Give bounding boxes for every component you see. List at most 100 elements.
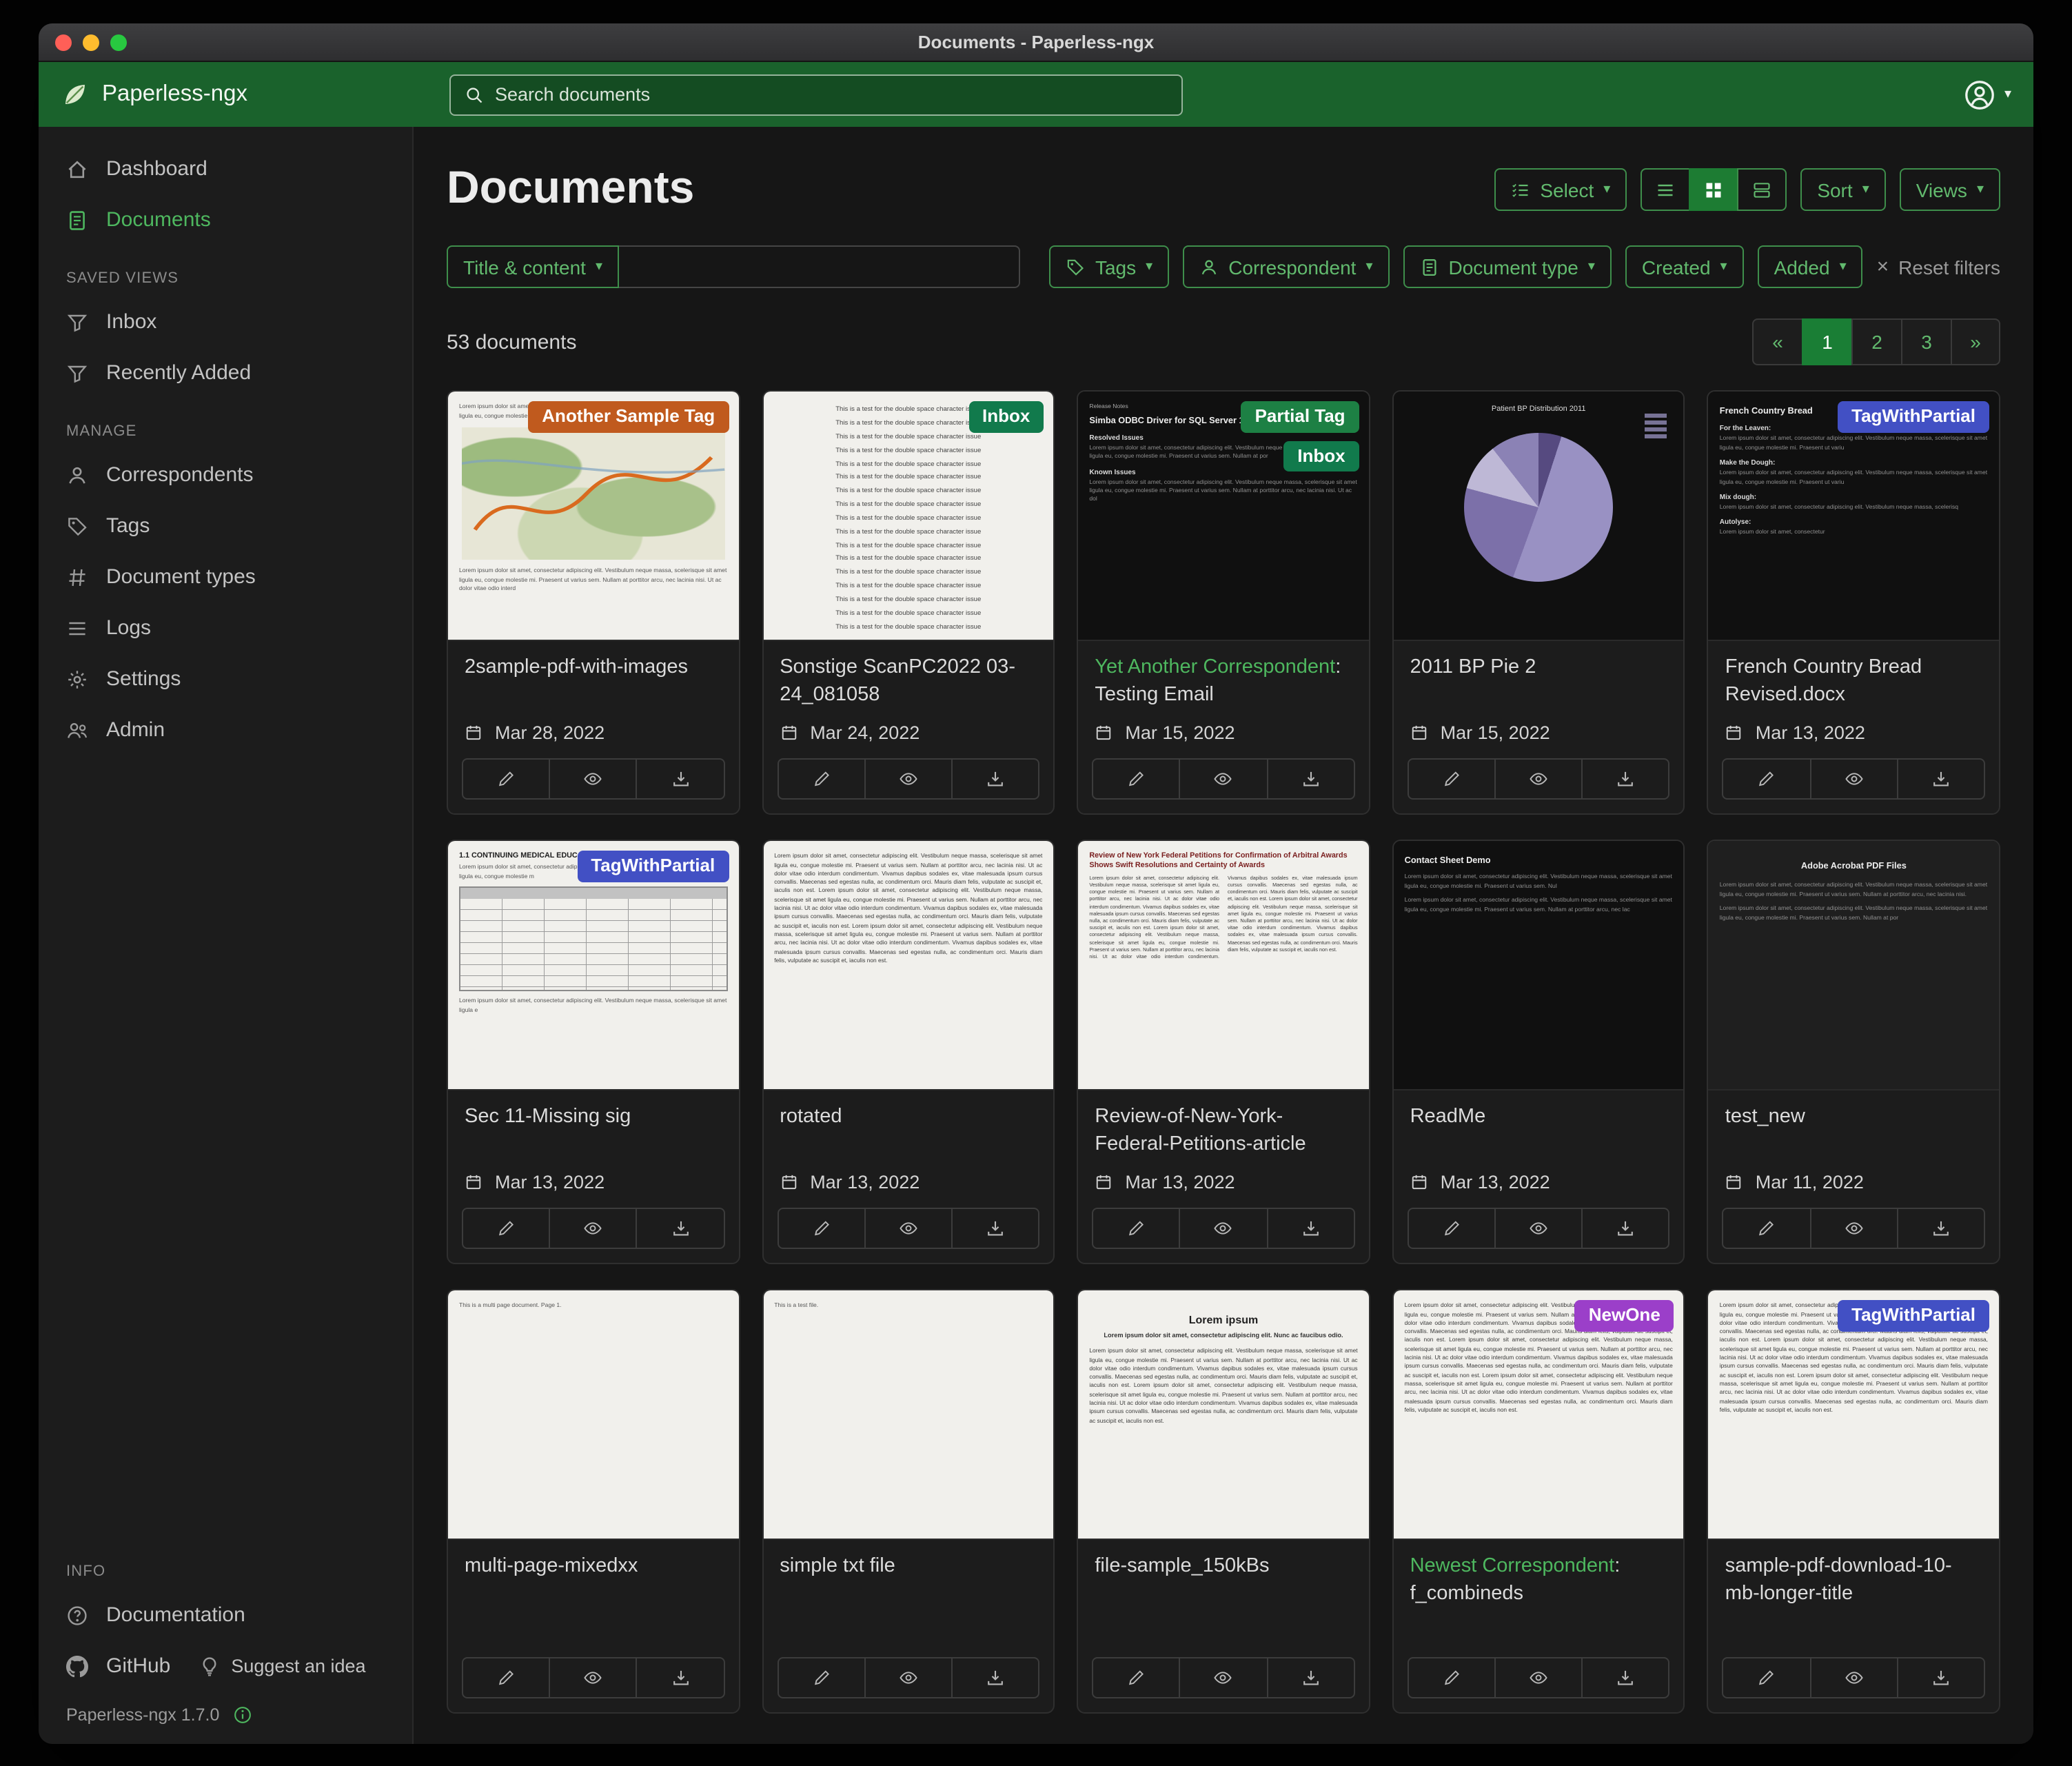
document-thumbnail[interactable]: This is a multi page document. Page 1. xyxy=(448,1291,738,1541)
view-button[interactable] xyxy=(550,760,637,799)
document-thumbnail[interactable]: Lorem ipsum dolor sit amet, consectetur … xyxy=(1709,1291,1999,1541)
sidebar-item-correspondents[interactable]: Correspondents xyxy=(39,449,412,500)
sidebar-item-logs[interactable]: Logs xyxy=(39,602,412,653)
document-thumbnail[interactable]: Release NotesSimba ODBC Driver for SQL S… xyxy=(1078,392,1368,642)
download-button[interactable] xyxy=(1268,1210,1353,1248)
sidebar-item-github[interactable]: GitHub xyxy=(39,1641,179,1692)
view-button[interactable] xyxy=(550,1659,637,1698)
select-button[interactable]: Select ▾ xyxy=(1494,168,1627,211)
document-thumbnail[interactable]: Contact Sheet DemoLorem ipsum dolor sit … xyxy=(1394,842,1684,1091)
created-filter-button[interactable]: Created ▾ xyxy=(1625,246,1744,289)
download-button[interactable] xyxy=(953,1659,1038,1698)
view-button[interactable] xyxy=(1811,760,1898,799)
view-button[interactable] xyxy=(1181,1659,1268,1698)
document-title[interactable]: test_new xyxy=(1709,1091,1999,1135)
document-thumbnail[interactable]: Patient BP Distribution 2011 xyxy=(1394,392,1684,642)
document-title[interactable]: Review-of-New-York-Federal-Petitions-art… xyxy=(1078,1091,1368,1161)
edit-button[interactable] xyxy=(1409,760,1496,799)
document-title[interactable]: file-sample_150kBs xyxy=(1078,1541,1368,1584)
document-card[interactable]: Lorem ipsum dolor sit amet, consectetur … xyxy=(1392,1290,1685,1714)
document-thumbnail[interactable]: This is a test for the double space char… xyxy=(763,392,1053,642)
download-button[interactable] xyxy=(1268,760,1353,799)
zoom-window-button[interactable] xyxy=(110,34,127,51)
edit-button[interactable] xyxy=(1724,760,1811,799)
document-card[interactable]: French Country BreadFor the Leaven:Lorem… xyxy=(1707,391,2000,815)
sidebar-item-inbox[interactable]: Inbox xyxy=(39,296,412,347)
pagination-page-1[interactable]: 1 xyxy=(1802,319,1851,366)
search-input[interactable] xyxy=(495,84,1168,105)
pagination-next-button[interactable]: » xyxy=(1951,319,2000,366)
pagination-page-3[interactable]: 3 xyxy=(1901,319,1951,366)
download-button[interactable] xyxy=(638,760,723,799)
download-button[interactable] xyxy=(953,1210,1038,1248)
download-button[interactable] xyxy=(638,1210,723,1248)
correspondent-link[interactable]: Newest Correspondent xyxy=(1410,1556,1615,1578)
title-content-dropdown-button[interactable]: Title & content ▾ xyxy=(447,246,619,289)
edit-button[interactable] xyxy=(463,1210,550,1248)
view-button[interactable] xyxy=(550,1210,637,1248)
edit-button[interactable] xyxy=(463,760,550,799)
edit-button[interactable] xyxy=(778,1659,865,1698)
document-title[interactable]: 2sample-pdf-with-images xyxy=(448,642,738,685)
document-thumbnail[interactable]: Review of New York Federal Petitions for… xyxy=(1078,842,1368,1091)
document-card[interactable]: Review of New York Federal Petitions for… xyxy=(1077,840,1370,1265)
edit-button[interactable] xyxy=(1409,1659,1496,1698)
tag-badge-partial-tag[interactable]: Partial Tag xyxy=(1241,402,1359,433)
document-thumbnail[interactable]: Lorem ipsum dolor sit amet, consectetur … xyxy=(1394,1291,1684,1541)
download-button[interactable] xyxy=(1898,1210,1984,1248)
download-button[interactable] xyxy=(1583,1210,1668,1248)
tag-badge-tagwithpartial[interactable]: TagWithPartial xyxy=(1838,1301,1989,1332)
document-title[interactable]: 2011 BP Pie 2 xyxy=(1394,642,1684,685)
document-thumbnail[interactable]: Lorem ipsum dolor sit amet, consectetur … xyxy=(763,842,1053,1091)
user-menu[interactable]: ▾ xyxy=(1963,78,2011,111)
document-title[interactable]: multi-page-mixedxx xyxy=(448,1541,738,1584)
document-thumbnail[interactable]: 1.1 CONTINUING MEDICAL EDUCALorem ipsum … xyxy=(448,842,738,1091)
minimize-window-button[interactable] xyxy=(83,34,99,51)
document-title[interactable]: ReadMe xyxy=(1394,1091,1684,1135)
view-button[interactable] xyxy=(866,1210,953,1248)
document-title[interactable]: French Country Bread Revised.docx xyxy=(1709,642,1999,712)
edit-button[interactable] xyxy=(1409,1210,1496,1248)
sidebar-item-documentation[interactable]: Documentation xyxy=(39,1590,412,1641)
added-filter-button[interactable]: Added ▾ xyxy=(1758,246,1863,289)
edit-button[interactable] xyxy=(1093,1659,1180,1698)
sidebar-item-admin[interactable]: Admin xyxy=(39,704,412,755)
tag-badge-newone[interactable]: NewOne xyxy=(1575,1301,1674,1332)
sidebar-item-dashboard[interactable]: Dashboard xyxy=(39,143,412,194)
download-button[interactable] xyxy=(1898,1659,1984,1698)
document-card[interactable]: Release NotesSimba ODBC Driver for SQL S… xyxy=(1077,391,1370,815)
view-button[interactable] xyxy=(866,1659,953,1698)
view-button[interactable] xyxy=(1496,1659,1583,1698)
grid-view-button[interactable] xyxy=(1689,168,1737,211)
document-card[interactable]: 1.1 CONTINUING MEDICAL EDUCALorem ipsum … xyxy=(447,840,740,1265)
view-button[interactable] xyxy=(1811,1210,1898,1248)
edit-button[interactable] xyxy=(1093,1210,1180,1248)
tag-badge-inbox[interactable]: Inbox xyxy=(968,402,1044,433)
pagination-page-2[interactable]: 2 xyxy=(1851,319,1901,366)
download-button[interactable] xyxy=(1583,1659,1668,1698)
document-thumbnail[interactable]: Adobe Acrobat PDF FilesLorem ipsum dolor… xyxy=(1709,842,1999,1091)
download-button[interactable] xyxy=(1898,760,1984,799)
download-button[interactable] xyxy=(638,1659,723,1698)
document-thumbnail[interactable]: Lorem ipsum dolor sit amet, consectetur … xyxy=(448,392,738,642)
pagination-prev-button[interactable]: « xyxy=(1752,319,1802,366)
view-button[interactable] xyxy=(866,760,953,799)
edit-button[interactable] xyxy=(463,1659,550,1698)
document-card[interactable]: Patient BP Distribution 20112011 BP Pie … xyxy=(1392,391,1685,815)
close-window-button[interactable] xyxy=(55,34,72,51)
reset-filters-button[interactable]: × Reset filters xyxy=(1877,256,2000,279)
document-card[interactable]: This is a test for the double space char… xyxy=(762,391,1055,815)
brand[interactable]: Paperless-ngx xyxy=(61,80,247,109)
sidebar-item-recently-added[interactable]: Recently Added xyxy=(39,347,412,398)
sort-button[interactable]: Sort ▾ xyxy=(1800,168,1885,211)
sidebar-item-suggest-idea[interactable]: Suggest an idea xyxy=(179,1641,374,1692)
download-button[interactable] xyxy=(953,760,1038,799)
document-title[interactable]: simple txt file xyxy=(763,1541,1053,1584)
sidebar-item-documents[interactable]: Documents xyxy=(39,194,412,245)
view-button[interactable] xyxy=(1496,760,1583,799)
document-card[interactable]: Adobe Acrobat PDF FilesLorem ipsum dolor… xyxy=(1707,840,2000,1265)
edit-button[interactable] xyxy=(1724,1210,1811,1248)
document-type-filter-button[interactable]: Document type ▾ xyxy=(1403,246,1612,289)
document-card[interactable]: This is a test file.simple txt file xyxy=(762,1290,1055,1714)
sidebar-item-document-types[interactable]: Document types xyxy=(39,551,412,602)
